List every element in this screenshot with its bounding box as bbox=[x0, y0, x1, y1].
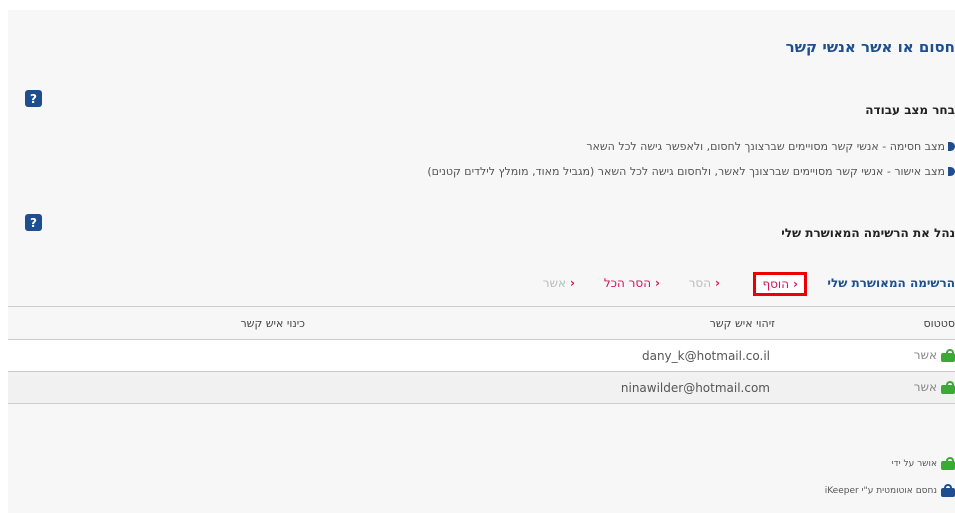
remove-label: הסר bbox=[688, 276, 712, 290]
content-panel: חסום או אשר אנשי קשר ? בחר מצב עבודה מצב… bbox=[8, 10, 955, 513]
contacts-table: סטטוס זיהוי איש קשר כינוי איש קשר אשר da… bbox=[8, 306, 955, 404]
unlock-icon bbox=[941, 348, 955, 362]
radio-icon[interactable] bbox=[948, 167, 955, 176]
approved-list-title: הרשימה המאושרת שלי bbox=[827, 276, 955, 290]
mode-section-heading: בחר מצב עבודה bbox=[865, 103, 955, 117]
remove-button[interactable]: ‹הסר bbox=[689, 276, 720, 290]
status-label: אשר bbox=[913, 380, 937, 394]
legend-blocked: נחסם אוטומטית ע"י iKeeper bbox=[825, 484, 955, 497]
chevron-left-icon: ‹ bbox=[793, 277, 798, 291]
column-header-id[interactable]: זיהוי איש קשר bbox=[710, 317, 775, 330]
list-section-heading: נהל את הרשימה המאושרת שלי bbox=[781, 226, 955, 240]
status-label: אשר bbox=[913, 348, 937, 362]
chevron-left-icon: ‹ bbox=[570, 276, 575, 290]
mode-option-label: מצב אישור - אנשי קשר מסויימים שברצונך לא… bbox=[427, 165, 945, 178]
contact-id-cell: ninawilder@hotmail.com bbox=[620, 381, 770, 395]
legend-blocked-label: נחסם אוטומטית ע"י iKeeper bbox=[824, 485, 937, 496]
chevron-left-icon: ‹ bbox=[655, 276, 660, 290]
remove-all-label: הסר הכל bbox=[603, 276, 652, 290]
status-cell: אשר bbox=[914, 348, 955, 362]
help-icon[interactable]: ? bbox=[25, 214, 42, 231]
page-title: חסום או אשר אנשי קשר bbox=[785, 38, 955, 56]
list-toolbar: הרשימה המאושרת שלי ‹הוסף ‹הסר ‹הסר הכל ‹… bbox=[8, 272, 955, 296]
column-header-status[interactable]: סטטוס bbox=[923, 317, 955, 330]
add-button[interactable]: ‹הוסף bbox=[753, 272, 807, 296]
mode-option-label: מצב חסימה - אנשי קשר מסויימים שברצונך לח… bbox=[586, 140, 945, 153]
legend-approved: אושר על ידי bbox=[892, 457, 955, 470]
radio-icon[interactable] bbox=[948, 142, 955, 151]
table-row[interactable]: אשר ninawilder@hotmail.com bbox=[8, 372, 955, 404]
mode-option-approve[interactable]: מצב אישור - אנשי קשר מסויימים שברצונך לא… bbox=[427, 165, 955, 178]
legend-approved-label: אושר על ידי bbox=[891, 458, 937, 469]
status-cell: אשר bbox=[914, 380, 955, 394]
add-label: הוסף bbox=[762, 277, 790, 291]
remove-all-button[interactable]: ‹הסר הכל bbox=[604, 276, 660, 290]
mode-option-block[interactable]: מצב חסימה - אנשי קשר מסויימים שברצונך לח… bbox=[586, 140, 955, 153]
unlock-icon bbox=[941, 380, 955, 394]
unlock-icon bbox=[941, 457, 955, 470]
approve-button[interactable]: ‹אשר bbox=[543, 276, 575, 290]
column-header-nickname[interactable]: כינוי איש קשר bbox=[240, 317, 305, 330]
lock-icon bbox=[941, 484, 955, 497]
approve-label: אשר bbox=[542, 276, 567, 290]
table-row[interactable]: אשר dany_k@hotmail.co.il bbox=[8, 340, 955, 372]
chevron-left-icon: ‹ bbox=[715, 276, 720, 290]
table-header: סטטוס זיהוי איש קשר כינוי איש קשר bbox=[8, 306, 955, 340]
contact-id-cell: dany_k@hotmail.co.il bbox=[641, 349, 770, 363]
help-icon[interactable]: ? bbox=[25, 90, 42, 107]
